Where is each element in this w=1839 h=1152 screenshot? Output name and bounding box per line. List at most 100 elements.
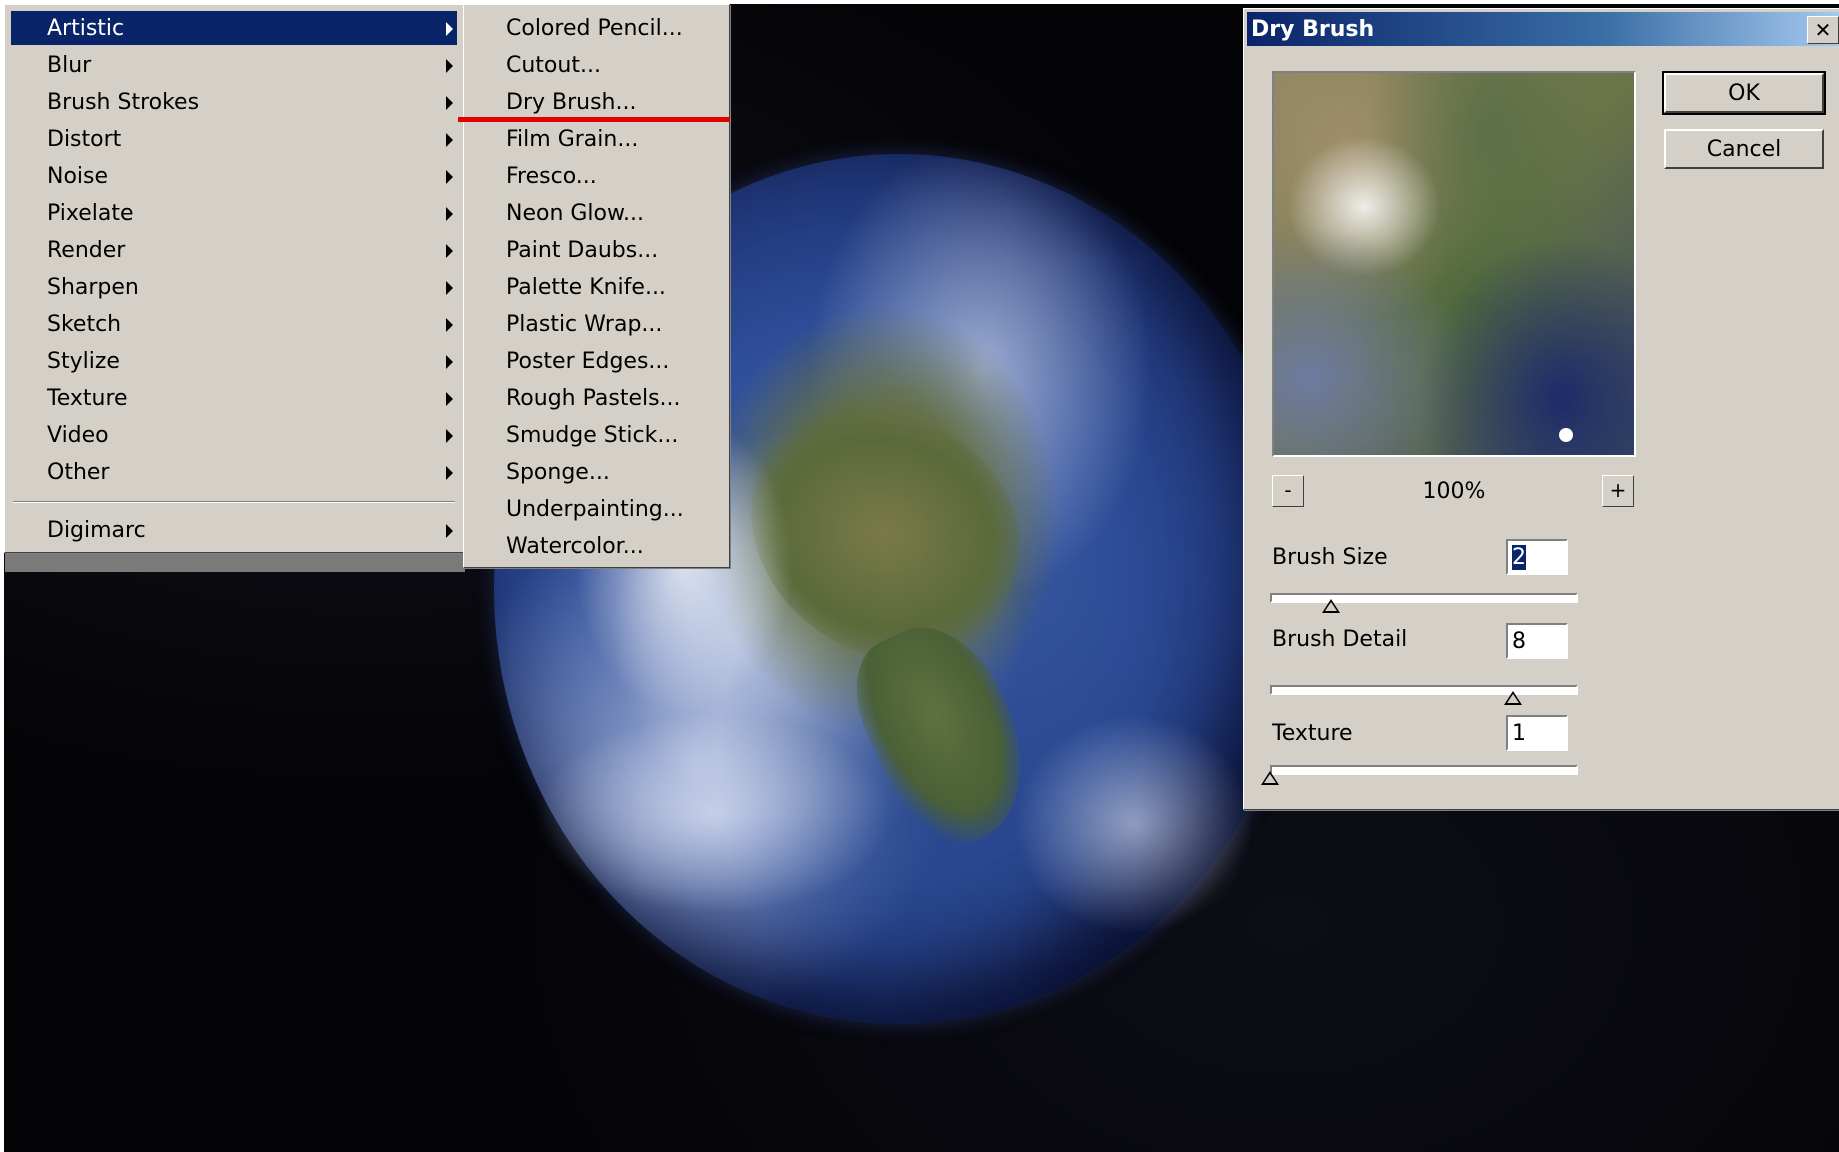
submenu-item-poster-edges[interactable]: Poster Edges...	[468, 344, 725, 378]
brush-size-slider-track[interactable]	[1270, 593, 1578, 603]
submenu-item-rough-pastels[interactable]: Rough Pastels...	[468, 381, 725, 415]
close-icon[interactable]: ✕	[1807, 16, 1839, 44]
preview-detail	[1559, 428, 1573, 442]
earth-clouds	[534, 714, 894, 914]
submenu-item-label: Dry Brush...	[506, 89, 637, 115]
menu-item-label: Video	[47, 422, 109, 448]
filter-preview[interactable]	[1272, 71, 1636, 457]
submenu-item-label: Palette Knife...	[506, 274, 666, 300]
menu-item-label: Pixelate	[47, 200, 134, 226]
submenu-item-film-grain[interactable]: Film Grain...	[468, 122, 725, 156]
submenu-arrow-icon	[446, 524, 453, 538]
artistic-submenu: Colored Pencil... Cutout... Dry Brush...…	[463, 4, 730, 568]
brush-size-slider-thumb[interactable]	[1321, 599, 1340, 613]
menu-item-distort[interactable]: Distort	[11, 122, 457, 156]
submenu-arrow-icon	[446, 281, 453, 295]
texture-field[interactable]: 1	[1506, 715, 1568, 751]
zoom-out-button[interactable]: -	[1272, 475, 1304, 507]
menu-item-label: Stylize	[47, 348, 120, 374]
zoom-in-button[interactable]: +	[1602, 475, 1634, 507]
submenu-item-palette-knife[interactable]: Palette Knife...	[468, 270, 725, 304]
ok-button[interactable]: OK	[1662, 71, 1826, 115]
submenu-item-sponge[interactable]: Sponge...	[468, 455, 725, 489]
menu-item-video[interactable]: Video	[11, 418, 457, 452]
submenu-item-label: Colored Pencil...	[506, 15, 683, 41]
submenu-item-label: Sponge...	[506, 459, 610, 485]
menu-separator	[13, 501, 455, 503]
brush-detail-field[interactable]: 8	[1506, 623, 1568, 659]
submenu-item-label: Rough Pastels...	[506, 385, 681, 411]
menu-item-label: Artistic	[47, 15, 125, 41]
submenu-item-label: Watercolor...	[506, 533, 644, 559]
menu-item-blur[interactable]: Blur	[11, 48, 457, 82]
submenu-item-dry-brush[interactable]: Dry Brush...	[468, 85, 725, 119]
submenu-item-label: Film Grain...	[506, 126, 639, 152]
submenu-item-cutout[interactable]: Cutout...	[468, 48, 725, 82]
submenu-arrow-icon	[446, 429, 453, 443]
menu-item-label: Other	[47, 459, 110, 485]
menu-item-label: Distort	[47, 126, 122, 152]
menu-item-label: Blur	[47, 52, 92, 78]
submenu-item-label: Paint Daubs...	[506, 237, 659, 263]
submenu-item-label: Underpainting...	[506, 496, 684, 522]
brush-size-label: Brush Size	[1272, 545, 1388, 570]
menu-item-label: Noise	[47, 163, 109, 189]
menu-item-sharpen[interactable]: Sharpen	[11, 270, 457, 304]
menu-item-artistic[interactable]: Artistic	[11, 11, 457, 45]
menu-item-label: Texture	[47, 385, 128, 411]
submenu-item-paint-daubs[interactable]: Paint Daubs...	[468, 233, 725, 267]
submenu-arrow-icon	[446, 392, 453, 406]
texture-slider-track[interactable]	[1270, 765, 1578, 775]
submenu-arrow-icon	[446, 133, 453, 147]
menu-item-label: Sharpen	[47, 274, 139, 300]
submenu-item-watercolor[interactable]: Watercolor...	[468, 529, 725, 563]
menu-item-pixelate[interactable]: Pixelate	[11, 196, 457, 230]
menu-item-render[interactable]: Render	[11, 233, 457, 267]
brush-detail-slider-thumb[interactable]	[1504, 691, 1523, 705]
menu-item-texture[interactable]: Texture	[11, 381, 457, 415]
menu-item-label: Brush Strokes	[47, 89, 200, 115]
submenu-item-smudge-stick[interactable]: Smudge Stick...	[468, 418, 725, 452]
brush-size-field[interactable]: 2	[1506, 539, 1568, 575]
menu-shadow	[5, 554, 465, 572]
submenu-arrow-icon	[446, 59, 453, 73]
menu-item-noise[interactable]: Noise	[11, 159, 457, 193]
menu-item-label: Render	[47, 237, 126, 263]
filter-menu: Artistic Blur Brush Strokes Distort Nois…	[4, 4, 465, 572]
submenu-item-colored-pencil[interactable]: Colored Pencil...	[468, 11, 725, 45]
zoom-level: 100%	[1422, 479, 1486, 504]
submenu-item-label: Neon Glow...	[506, 200, 644, 226]
submenu-arrow-icon	[446, 96, 453, 110]
texture-value: 1	[1512, 721, 1526, 746]
submenu-item-neon-glow[interactable]: Neon Glow...	[468, 196, 725, 230]
submenu-item-label: Smudge Stick...	[506, 422, 679, 448]
submenu-arrow-icon	[446, 22, 453, 36]
cancel-button[interactable]: Cancel	[1664, 129, 1824, 169]
submenu-item-fresco[interactable]: Fresco...	[468, 159, 725, 193]
menu-item-other[interactable]: Other	[11, 455, 457, 489]
submenu-item-label: Fresco...	[506, 163, 597, 189]
menu-item-label: Digimarc	[47, 517, 146, 543]
menu-item-stylize[interactable]: Stylize	[11, 344, 457, 378]
submenu-item-label: Poster Edges...	[506, 348, 670, 374]
menu-item-brush-strokes[interactable]: Brush Strokes	[11, 85, 457, 119]
submenu-arrow-icon	[446, 466, 453, 480]
submenu-item-underpainting[interactable]: Underpainting...	[468, 492, 725, 526]
texture-slider-thumb[interactable]	[1261, 771, 1279, 785]
submenu-arrow-icon	[446, 318, 453, 332]
submenu-arrow-icon	[446, 244, 453, 258]
menu-item-digimarc[interactable]: Digimarc	[11, 513, 457, 547]
earth-clouds	[1014, 714, 1254, 934]
brush-detail-value: 8	[1512, 629, 1526, 654]
dialog-title: Dry Brush	[1251, 16, 1375, 42]
brush-detail-slider-track[interactable]	[1270, 685, 1578, 695]
menu-item-label: Sketch	[47, 311, 122, 337]
submenu-arrow-icon	[446, 355, 453, 369]
menu-item-sketch[interactable]: Sketch	[11, 307, 457, 341]
texture-label: Texture	[1272, 721, 1353, 746]
dry-brush-dialog: Dry Brush ✕ - 100% + OK Cancel Brush Siz…	[1243, 8, 1839, 810]
submenu-item-plastic-wrap[interactable]: Plastic Wrap...	[468, 307, 725, 341]
brush-size-value: 2	[1512, 545, 1526, 570]
submenu-arrow-icon	[446, 207, 453, 221]
dialog-titlebar[interactable]: Dry Brush ✕	[1247, 12, 1839, 46]
